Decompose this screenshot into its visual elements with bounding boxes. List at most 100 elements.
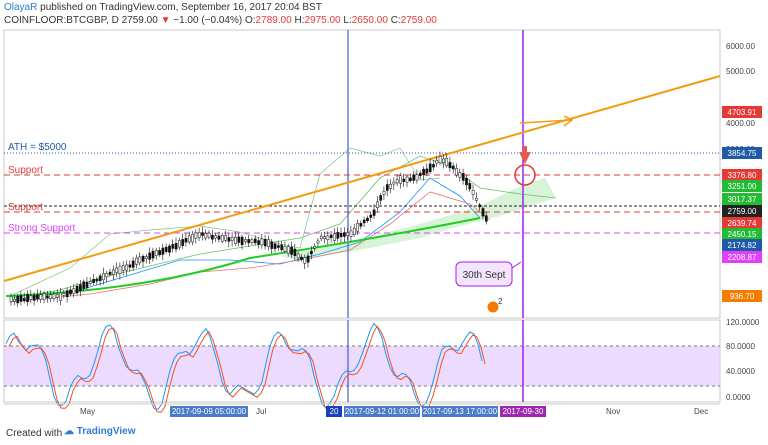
candle — [445, 157, 449, 167]
candle — [369, 214, 373, 218]
candle — [346, 232, 350, 237]
candle — [59, 292, 62, 301]
candle — [128, 264, 132, 268]
price-marker: 3854.75 — [728, 149, 757, 158]
candle — [405, 176, 409, 183]
author-name[interactable]: OlayaR — [4, 2, 37, 13]
candle — [293, 248, 297, 257]
candle — [148, 252, 152, 260]
candle — [138, 256, 142, 264]
published-text: published on TradingView.com, September … — [37, 2, 322, 13]
candle — [29, 295, 33, 300]
candle — [448, 162, 452, 169]
candle — [121, 265, 125, 271]
time-label: May — [80, 407, 95, 416]
candle — [118, 265, 122, 274]
candle — [270, 241, 274, 249]
candle — [389, 183, 392, 189]
candle — [224, 235, 227, 241]
candle — [26, 293, 29, 303]
candle — [181, 239, 185, 247]
ath-label: ATH = $5000 — [8, 142, 67, 153]
candle — [372, 209, 376, 216]
candle — [178, 240, 181, 248]
chart-canvas[interactable]: ATH = $5000 Support Support Strong Suppo… — [0, 28, 768, 422]
candle — [339, 232, 343, 237]
candle — [352, 227, 356, 235]
candle — [336, 232, 340, 239]
price-marker: 2174.82 — [728, 241, 757, 250]
event-badge-count: 2 — [498, 297, 503, 306]
price-tick: 4000.00 — [726, 119, 755, 128]
candle — [399, 175, 402, 184]
osc-tick: 0.0000 — [726, 393, 751, 402]
candle — [207, 232, 211, 238]
candle — [46, 295, 49, 299]
candle — [9, 296, 13, 303]
candle — [385, 184, 389, 191]
candle — [455, 168, 458, 176]
time-label: Nov — [606, 407, 620, 416]
candle — [475, 197, 478, 201]
candle — [376, 201, 379, 208]
candle — [329, 234, 333, 238]
candle — [42, 293, 46, 300]
price-marker: 2639.74 — [728, 219, 757, 228]
candle — [22, 298, 26, 302]
candle — [362, 219, 366, 224]
price-marker: 2208.87 — [728, 253, 757, 262]
time-highlight: 2017-09-09 05:00:00 — [172, 407, 247, 416]
candle — [313, 246, 317, 249]
price-tick: 5000.00 — [726, 67, 755, 76]
down-arrow-icon: ▼ — [160, 15, 171, 26]
main-panel[interactable] — [3, 29, 721, 319]
candle — [115, 267, 119, 273]
candle — [204, 233, 208, 239]
candle — [415, 174, 419, 181]
candle — [171, 244, 175, 249]
candle — [234, 236, 237, 244]
candle — [168, 245, 171, 253]
high-label: H: — [294, 15, 305, 26]
chart-header: OlayaR published on TradingView.com, Sep… — [0, 0, 768, 28]
candle — [382, 190, 386, 195]
candle — [303, 257, 307, 264]
candle — [79, 284, 82, 292]
candle — [468, 183, 472, 190]
price-markers: 4703.91 3854.75 3376.80 3251.00 3017.37 2759.… — [722, 106, 762, 302]
time-highlight: 2017-09-30 — [503, 407, 544, 416]
candle — [359, 223, 363, 227]
candle — [244, 239, 247, 242]
candle — [92, 279, 95, 283]
candle — [481, 208, 485, 217]
candle — [36, 294, 39, 300]
candle — [326, 235, 330, 241]
candle — [174, 243, 178, 250]
candle — [260, 238, 264, 246]
price-change: −1.00 (−0.04%) — [173, 15, 243, 26]
candle — [108, 271, 112, 275]
time-label: Jul — [256, 407, 266, 416]
tradingview-logo[interactable]: ☁ TradingView — [64, 426, 136, 437]
candle — [55, 294, 59, 298]
price-axis[interactable]: 6000.00 5000.00 4000.00 3000.00 — [726, 42, 755, 154]
price-marker: 2759.00 — [728, 207, 757, 216]
candle — [461, 173, 465, 181]
candle — [62, 293, 66, 296]
candle — [395, 179, 399, 184]
publish-info: OlayaR published on TradingView.com, Sep… — [4, 2, 322, 13]
candle — [112, 269, 115, 275]
candle — [197, 232, 201, 238]
candle — [253, 238, 257, 244]
candle — [75, 285, 79, 294]
candle — [306, 255, 310, 263]
candle — [102, 273, 105, 281]
time-label: Dec — [694, 407, 708, 416]
candle — [88, 281, 92, 284]
candle — [49, 294, 53, 299]
time-highlight: 20 — [330, 407, 339, 416]
candle — [201, 232, 204, 236]
symbol-info: COINFLOOR:BTCGBP, D 2759.00 ▼ −1.00 (−0.… — [4, 15, 437, 26]
candle — [151, 250, 155, 259]
osc-tick: 40.0000 — [726, 367, 755, 376]
